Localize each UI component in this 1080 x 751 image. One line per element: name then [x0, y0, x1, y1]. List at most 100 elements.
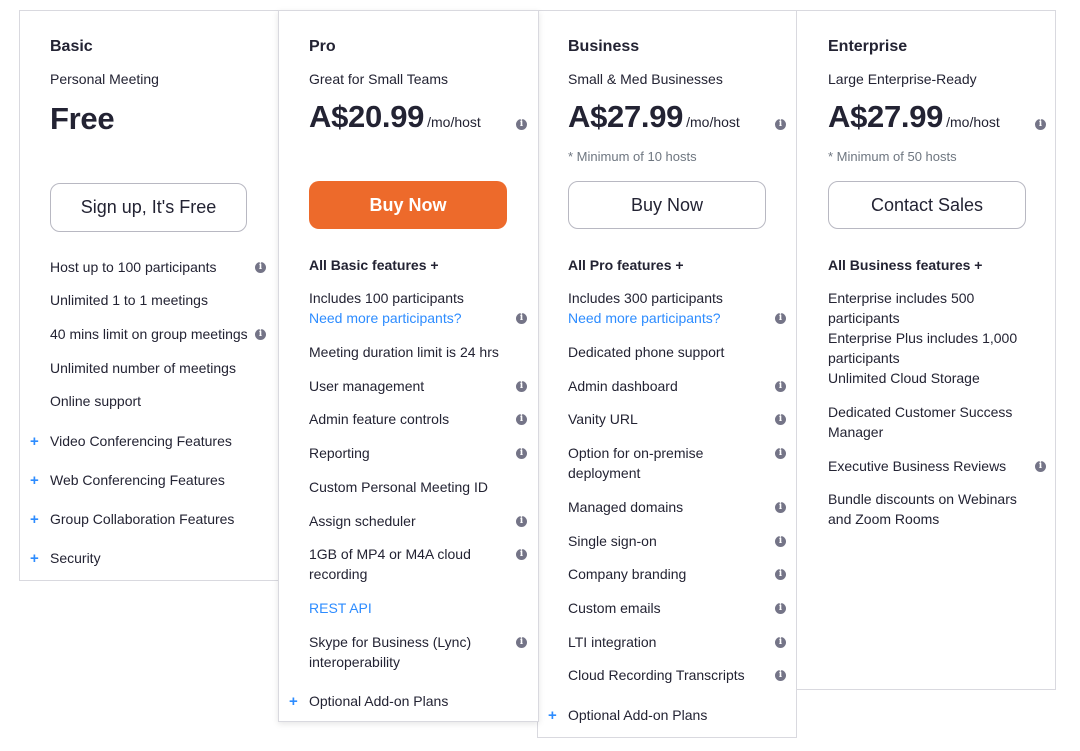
- price-unit: /mo/host: [686, 114, 740, 130]
- info-icon[interactable]: i: [516, 119, 527, 130]
- feature-item: Vanity URL: [568, 411, 638, 427]
- info-icon[interactable]: i: [516, 414, 527, 425]
- feature-item: Assign scheduler: [309, 513, 416, 529]
- info-icon[interactable]: i: [775, 448, 786, 459]
- feature-item: Skype for Business (Lync): [309, 634, 472, 650]
- feature-item: Custom emails: [568, 600, 661, 616]
- plan-name: Enterprise: [828, 38, 908, 55]
- plan-tagline: Great for Small Teams: [309, 71, 449, 87]
- plan-card-pro: Pro Great for Small Teams A$20.99 /mo/ho…: [278, 10, 539, 722]
- info-icon[interactable]: i: [1035, 119, 1046, 130]
- plus-icon[interactable]: +: [30, 512, 39, 527]
- info-icon[interactable]: i: [516, 381, 527, 392]
- expandable-group-collaboration[interactable]: Group Collaboration Features: [50, 509, 234, 529]
- plus-icon[interactable]: +: [30, 551, 39, 566]
- plan-card-enterprise: Enterprise Large Enterprise-Ready A$27.9…: [796, 10, 1056, 690]
- contact-sales-button[interactable]: Contact Sales: [828, 181, 1026, 229]
- info-icon[interactable]: i: [255, 329, 266, 340]
- plus-icon[interactable]: +: [548, 708, 557, 723]
- info-icon[interactable]: i: [1035, 461, 1046, 472]
- info-icon[interactable]: i: [775, 536, 786, 547]
- minimum-hosts-note: * Minimum of 50 hosts: [828, 149, 957, 164]
- price-row: A$20.99 /mo/host: [309, 99, 481, 135]
- info-icon[interactable]: i: [775, 569, 786, 580]
- plan-card-basic: Basic Personal Meeting Free Sign up, It'…: [19, 10, 281, 581]
- price-unit: /mo/host: [946, 114, 1000, 130]
- need-more-participants-link[interactable]: Need more participants?: [309, 308, 462, 328]
- feature-item: Single sign-on: [568, 533, 657, 549]
- feature-item: Reporting: [309, 445, 370, 461]
- price-unit: /mo/host: [427, 114, 481, 130]
- feature-item: Admin dashboard: [568, 378, 678, 394]
- plus-icon[interactable]: +: [30, 473, 39, 488]
- feature-item: Host up to 100 participants: [50, 259, 217, 275]
- info-icon[interactable]: i: [775, 414, 786, 425]
- plan-name: Pro: [309, 38, 336, 55]
- feature-item: Enterprise includes 500: [828, 290, 975, 306]
- plus-icon[interactable]: +: [30, 434, 39, 449]
- feature-item: Company branding: [568, 566, 687, 582]
- feature-item: Custom Personal Meeting ID: [309, 479, 488, 495]
- feature-item: 40 mins limit on group meetings: [50, 326, 248, 342]
- info-icon[interactable]: i: [775, 119, 786, 130]
- feature-item: participants: [828, 350, 900, 366]
- feature-item: and Zoom Rooms: [828, 511, 940, 527]
- plan-card-business: Business Small & Med Businesses A$27.99 …: [537, 10, 797, 738]
- info-icon[interactable]: i: [255, 262, 266, 273]
- feature-item: User management: [309, 378, 425, 394]
- feature-item: Includes 300 participants: [568, 290, 723, 306]
- rest-api-link[interactable]: REST API: [309, 598, 372, 618]
- plan-price: A$20.99: [309, 99, 425, 134]
- plan-tagline: Large Enterprise-Ready: [828, 71, 977, 87]
- feature-item: Bundle discounts on Webinars: [828, 491, 1017, 507]
- need-more-participants-link[interactable]: Need more participants?: [568, 308, 721, 328]
- info-icon[interactable]: i: [775, 637, 786, 648]
- price-row: A$27.99 /mo/host: [828, 99, 1000, 135]
- feature-item: Executive Business Reviews: [828, 458, 1007, 474]
- buy-now-button[interactable]: Buy Now: [309, 181, 507, 229]
- feature-item: deployment: [568, 465, 641, 481]
- feature-item: recording: [309, 566, 368, 582]
- buy-now-button[interactable]: Buy Now: [568, 181, 766, 229]
- info-icon[interactable]: i: [775, 670, 786, 681]
- feature-item: Cloud Recording Transcripts: [568, 667, 745, 683]
- expandable-video-conferencing[interactable]: Video Conferencing Features: [50, 431, 232, 451]
- plan-tagline: Small & Med Businesses: [568, 71, 723, 87]
- feature-item: interoperability: [309, 654, 401, 670]
- feature-item: Unlimited number of meetings: [50, 360, 236, 376]
- info-icon[interactable]: i: [516, 313, 527, 324]
- info-icon[interactable]: i: [516, 637, 527, 648]
- feature-item: Dedicated Customer Success: [828, 404, 1013, 420]
- plan-tagline: Personal Meeting: [50, 71, 159, 87]
- optional-addon-plans[interactable]: Optional Add-on Plans: [568, 705, 707, 725]
- info-icon[interactable]: i: [516, 516, 527, 527]
- info-icon[interactable]: i: [775, 381, 786, 392]
- info-icon[interactable]: i: [775, 603, 786, 614]
- feature-item: Includes 100 participants: [309, 290, 464, 306]
- feature-item: Unlimited Cloud Storage: [828, 370, 980, 386]
- sign-up-free-button[interactable]: Sign up, It's Free: [50, 183, 247, 232]
- plan-price: Free: [50, 101, 115, 136]
- plan-price: A$27.99: [828, 99, 944, 134]
- feature-item: Managed domains: [568, 499, 684, 515]
- features-header: All Basic features +: [309, 257, 439, 273]
- info-icon[interactable]: i: [775, 502, 786, 513]
- features-header: All Business features +: [828, 257, 983, 273]
- features-header: All Pro features +: [568, 257, 684, 273]
- expandable-security[interactable]: Security: [50, 548, 101, 568]
- feature-item: Online support: [50, 393, 142, 409]
- feature-item: 1GB of MP4 or M4A cloud: [309, 546, 471, 562]
- plus-icon[interactable]: +: [289, 694, 298, 709]
- info-icon[interactable]: i: [775, 313, 786, 324]
- info-icon[interactable]: i: [516, 448, 527, 459]
- info-icon[interactable]: i: [516, 549, 527, 560]
- feature-item: participants: [828, 310, 900, 326]
- plan-price: A$27.99: [568, 99, 684, 134]
- price-row: Free: [50, 101, 115, 137]
- expandable-web-conferencing[interactable]: Web Conferencing Features: [50, 470, 225, 490]
- minimum-hosts-note: * Minimum of 10 hosts: [568, 149, 697, 164]
- feature-item: Meeting duration limit is 24 hrs: [309, 344, 499, 360]
- feature-item: Unlimited 1 to 1 meetings: [50, 292, 208, 308]
- optional-addon-plans[interactable]: Optional Add-on Plans: [309, 691, 448, 711]
- feature-item: Dedicated phone support: [568, 344, 725, 360]
